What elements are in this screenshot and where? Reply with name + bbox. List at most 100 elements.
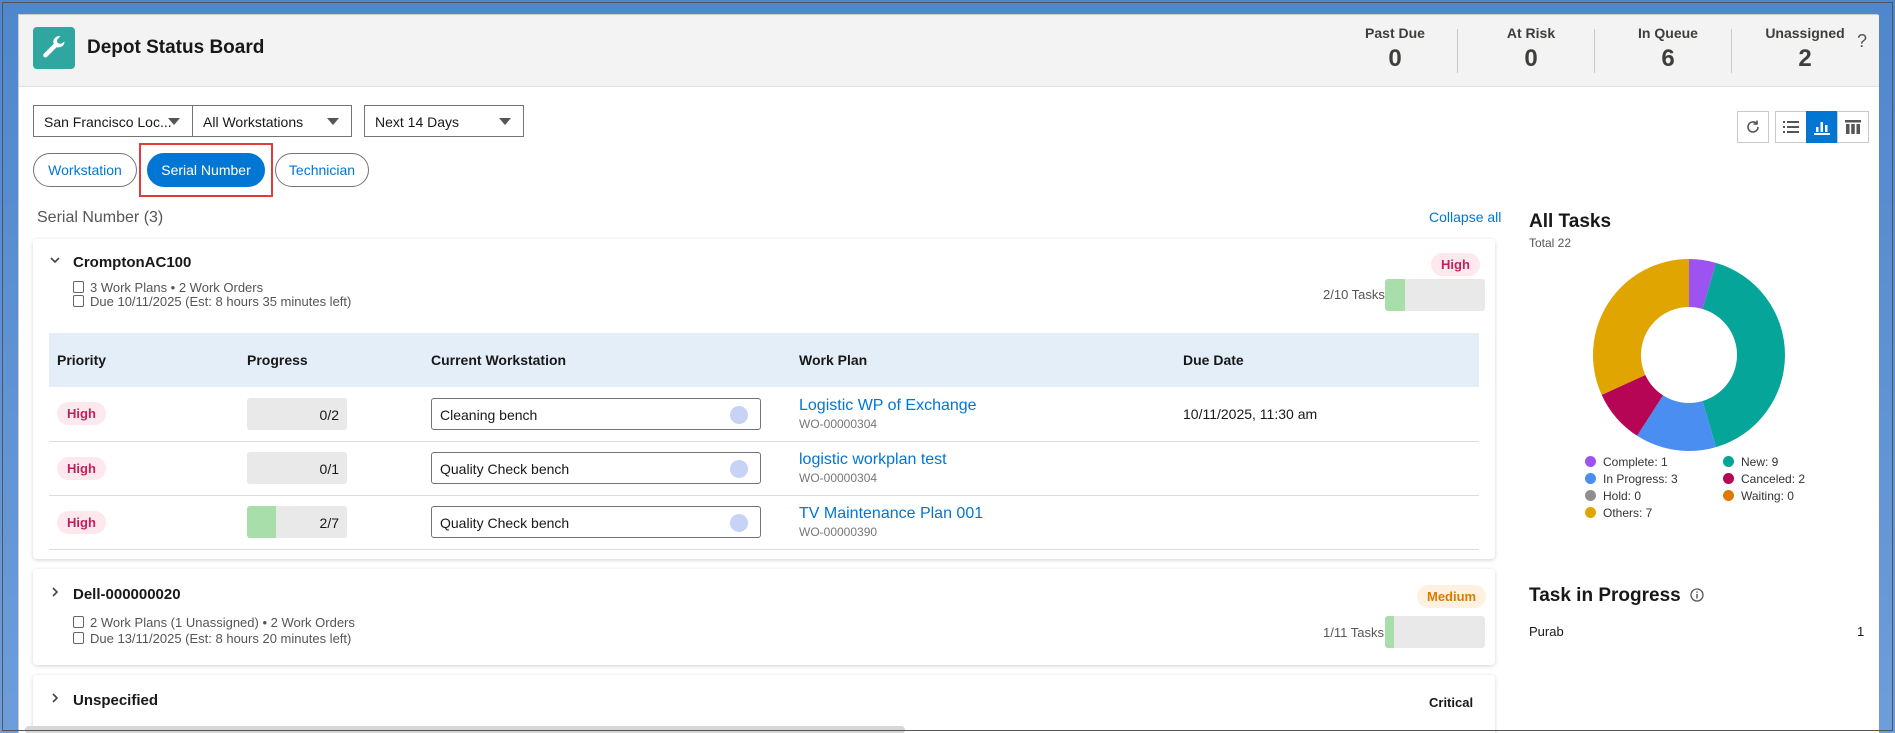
document-icon (73, 281, 84, 293)
donut-slice-new[interactable] (1702, 262, 1785, 448)
calendar-icon (73, 295, 84, 307)
legend-label: New: 9 (1741, 455, 1779, 469)
app-window: Depot Status Board Past Due 0 At Risk 0 … (18, 14, 1879, 733)
all-tasks-total: Total 22 (1529, 236, 1572, 250)
work-plan-link[interactable]: logistic workplan test (799, 451, 1175, 469)
group-meta-due: Due 13/11/2025 (Est: 8 hours 20 minutes … (73, 631, 351, 646)
legend-item: New: 9 (1723, 455, 1778, 469)
due-date (1175, 495, 1479, 550)
tasks-progress-bar (1385, 279, 1485, 311)
page-title: Depot Status Board (87, 37, 265, 58)
technician-task-count: 1 (1857, 624, 1865, 639)
legend-item: Hold: 0 (1585, 489, 1641, 503)
workstation-select[interactable]: All Workstations (192, 105, 352, 137)
chevron-down-icon (168, 118, 180, 125)
legend-label: Complete: 1 (1603, 455, 1668, 469)
priority-badge: High (57, 510, 106, 534)
table-row: High 0/1 Quality Check bench logistic wo… (49, 441, 1479, 496)
work-plan-link[interactable]: Logistic WP of Exchange (799, 397, 1175, 415)
group-meta-plans-text: 2 Work Plans (1 Unassigned) • 2 Work Ord… (90, 615, 355, 630)
legend-label: Hold: 0 (1603, 489, 1642, 503)
work-plan-link[interactable]: TV Maintenance Plan 001 (799, 505, 1175, 523)
workstation-icon[interactable] (730, 405, 748, 424)
info-icon[interactable] (1690, 588, 1704, 602)
table-row: High 2/7 Quality Check bench TV Maintena… (49, 495, 1479, 550)
document-icon (73, 616, 84, 628)
group-meta-plans-text: 3 Work Plans • 2 Work Orders (90, 280, 264, 295)
legend-item: Others: 7 (1585, 506, 1652, 520)
priority-badge: Medium (1417, 585, 1487, 608)
date-range-select[interactable]: Next 14 Days (364, 105, 524, 137)
chevron-right-icon[interactable] (49, 691, 61, 709)
location-select[interactable]: San Francisco Loc... (33, 105, 193, 137)
chart-view-button[interactable] (1806, 111, 1838, 143)
chevron-down-icon[interactable] (49, 253, 61, 271)
chevron-down-icon (327, 118, 339, 125)
table-header-row: Priority Progress Current Workstation Wo… (49, 333, 1479, 387)
all-tasks-title: All Tasks (1529, 211, 1612, 232)
column-header: Current Workstation (423, 333, 791, 387)
progress-text: 2/7 (319, 515, 339, 531)
workstation-field[interactable]: Quality Check bench (431, 506, 761, 538)
progress-bar: 0/2 (247, 397, 347, 430)
priority-badge: Critical (1429, 695, 1474, 710)
refresh-button[interactable] (1737, 111, 1769, 143)
group-title[interactable]: Unspecified (73, 692, 158, 709)
group-title[interactable]: Dell-000000020 (73, 586, 181, 603)
collapse-all-link[interactable]: Collapse all (1429, 209, 1501, 225)
workstation-field[interactable]: Quality Check bench (431, 452, 761, 484)
highlight-box (139, 143, 273, 197)
progress-text: 0/2 (319, 406, 339, 423)
stat-label: Unassigned (1765, 25, 1845, 41)
stat-label: In Queue (1638, 25, 1698, 41)
workstation-field[interactable]: Cleaning bench (431, 397, 761, 430)
progress-fill (247, 506, 276, 538)
column-header: Progress (239, 333, 423, 387)
section-title: Serial Number (3) (37, 209, 164, 226)
stat-value: 0 (1388, 45, 1402, 72)
divider (1457, 29, 1458, 73)
workstation-value: Quality Check bench (440, 515, 570, 531)
workstation-value: Quality Check bench (440, 461, 570, 477)
legend-dot (1585, 507, 1596, 518)
work-order-number: WO-00000304 (799, 471, 878, 485)
progress-text: 0/1 (319, 461, 339, 477)
work-plan-table: Priority Progress Current Workstation Wo… (49, 333, 1479, 550)
group-title[interactable]: CromptonAC100 (73, 254, 191, 271)
donut-slice-others[interactable] (1593, 259, 1689, 395)
workstation-icon[interactable] (730, 514, 748, 532)
help-icon[interactable]: ? (1857, 31, 1867, 52)
group-meta-due-text: Due 13/11/2025 (Est: 8 hours 20 minutes … (90, 631, 352, 646)
board-view-icon (1845, 120, 1861, 134)
group-card: CromptonAC100 High 3 Work Plans • 2 Work… (33, 239, 1495, 559)
legend-item: Complete: 1 (1585, 455, 1668, 469)
legend-dot (1585, 490, 1596, 501)
chevron-right-icon[interactable] (49, 585, 61, 603)
tasks-count: 1/11 Tasks (1323, 625, 1384, 640)
due-date: 10/11/2025, 11:30 am (1175, 387, 1479, 442)
wrench-icon (33, 27, 75, 69)
tasks-progress-bar (1385, 616, 1485, 648)
horizontal-scrollbar[interactable] (25, 726, 905, 733)
chevron-down-icon (499, 118, 511, 125)
board-view-button[interactable] (1837, 111, 1869, 143)
tab-technician[interactable]: Technician (275, 153, 369, 187)
legend-label: Others: 7 (1603, 506, 1653, 520)
legend-item: Waiting: 0 (1723, 489, 1794, 503)
stat-value: 2 (1798, 45, 1812, 72)
legend-dot (1723, 473, 1734, 484)
technician-name: Purab (1529, 624, 1564, 639)
group-card: Unspecified Critical (33, 675, 1495, 733)
task-in-progress-label: Task in Progress (1529, 585, 1681, 606)
list-view-button[interactable] (1775, 111, 1807, 143)
group-meta-due-text: Due 10/11/2025 (Est: 8 hours 35 minutes … (90, 294, 352, 309)
task-in-progress-title: Task in Progress (1529, 585, 1704, 607)
tasks-count: 2/10 Tasks (1323, 287, 1385, 302)
legend-dot (1723, 490, 1734, 501)
tab-workstation[interactable]: Workstation (33, 153, 137, 187)
stat-unassigned: Unassigned 2 (1745, 25, 1865, 73)
stat-past-due: Past Due 0 (1335, 25, 1455, 73)
due-date (1175, 441, 1479, 496)
main-content: San Francisco Loc... All Workstations Ne… (19, 87, 1879, 733)
workstation-icon[interactable] (730, 460, 748, 478)
